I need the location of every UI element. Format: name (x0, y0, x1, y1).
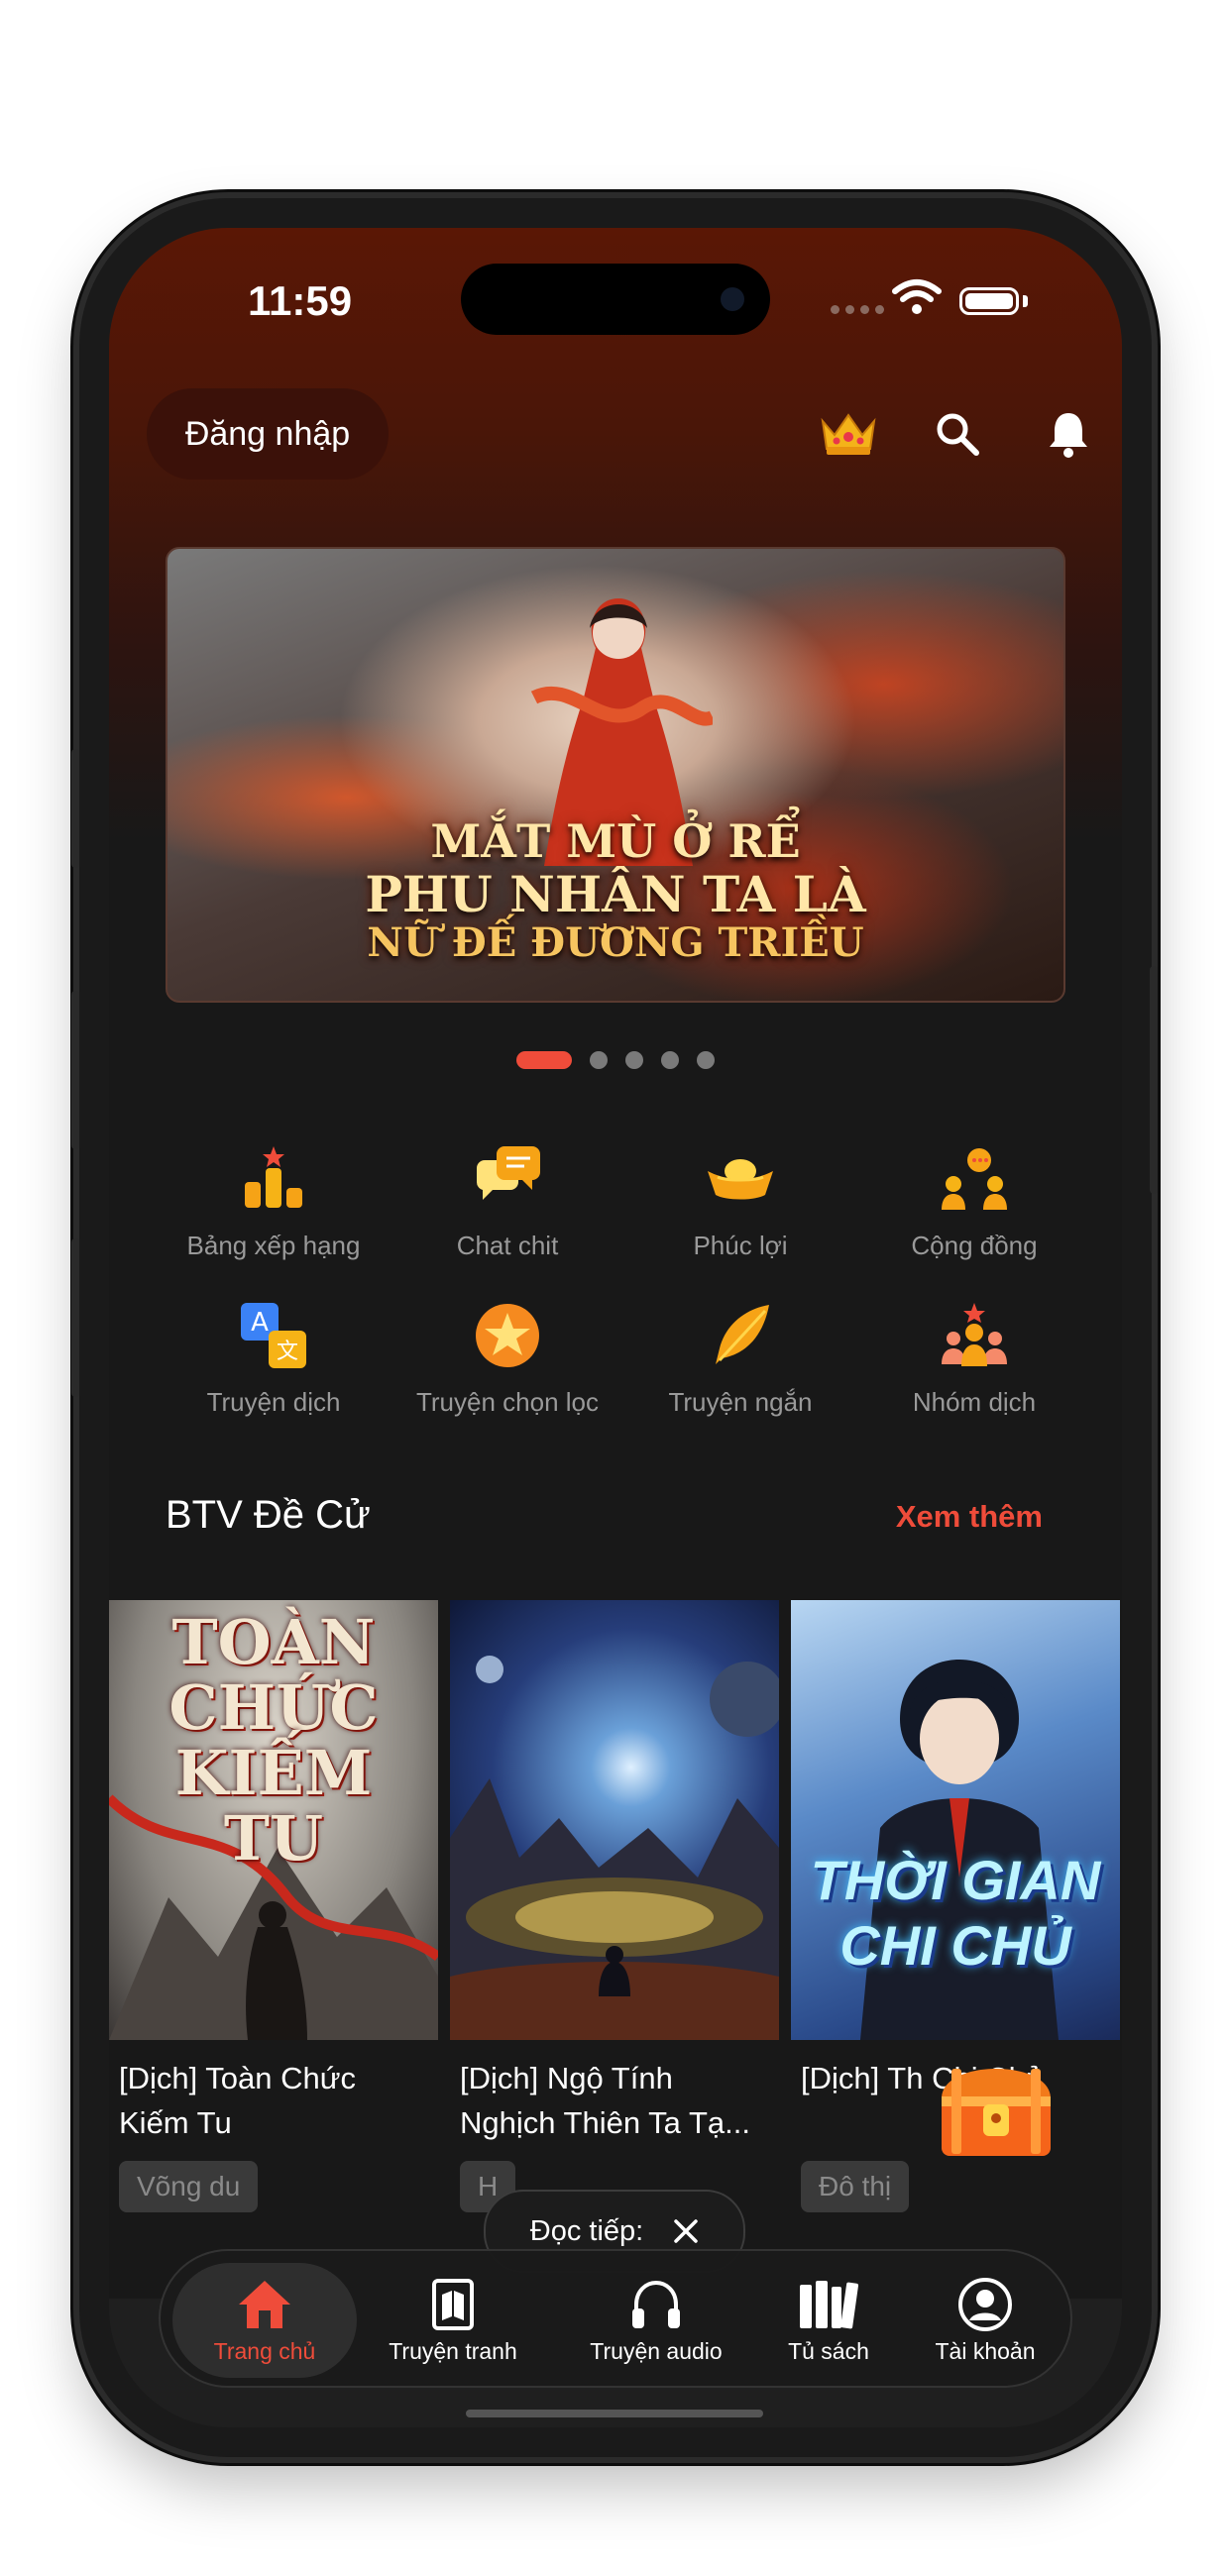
book-title: [Dịch] Toàn Chức Kiếm Tu (119, 2061, 357, 2140)
cover-text-line: TOÀN (171, 1606, 376, 1678)
genre-tag[interactable]: Đô thị (801, 2161, 910, 2212)
pagination-dot[interactable] (661, 1051, 679, 1069)
continue-reading-label: Đọc tiếp: (529, 2214, 644, 2247)
community-icon (935, 1139, 1014, 1219)
pagination-dot[interactable] (697, 1051, 715, 1069)
battery-icon (959, 287, 1019, 315)
pagination-dot[interactable] (625, 1051, 643, 1069)
chat-icon (468, 1139, 547, 1219)
battery-tip (1023, 295, 1028, 307)
account-icon (958, 2277, 1012, 2331)
nav-label: Truyện tranh (389, 2337, 517, 2364)
search-icon[interactable] (926, 402, 989, 466)
category-short-stories[interactable]: Truyện ngắn (621, 1296, 859, 1418)
category-label: Truyện ngắn (668, 1387, 813, 1417)
section-title: BTV Đề Cử (166, 1493, 371, 1537)
category-label: Phúc lợi (693, 1231, 788, 1260)
book-card[interactable]: [Dịch] Ngộ Tính Nghịch Thiên Ta Tạ... H (450, 1600, 779, 2212)
phone-silent-switch (71, 749, 79, 868)
category-translation-groups[interactable]: Nhóm dịch (855, 1296, 1093, 1418)
status-time: 11:59 (248, 277, 353, 324)
phone-volume-up (71, 991, 79, 1149)
category-label: Bảng xếp hạng (186, 1231, 361, 1260)
banner-title-line-3: NỮ ĐẾ ĐƯƠNG TRIỀU (367, 918, 864, 966)
ranking-icon (234, 1139, 313, 1219)
category-label: Truyện chọn lọc (415, 1387, 600, 1417)
nav-audio[interactable]: Truyện audio (557, 2263, 755, 2378)
pagination-dot-active[interactable] (516, 1051, 572, 1069)
comic-book-icon (432, 2278, 474, 2330)
category-ranking[interactable]: Bảng xếp hạng (155, 1139, 392, 1261)
star-icon (468, 1296, 547, 1375)
nav-account[interactable]: Tài khoản (906, 2263, 1064, 2378)
category-label: Chat chit (456, 1231, 559, 1260)
svg-text:A: A (251, 1308, 269, 1338)
category-chat[interactable]: Chat chit (389, 1139, 626, 1261)
home-icon (239, 2280, 290, 2328)
nav-label: Tài khoản (935, 2337, 1036, 2364)
headphones-icon (632, 2280, 680, 2328)
featured-banner[interactable]: MẮT MÙ Ở RỂ PHU NHÂN TA LÀ NỮ ĐẾ ĐƯƠNG T… (166, 547, 1065, 1003)
pagination-dot[interactable] (590, 1051, 608, 1069)
wifi-icon (892, 279, 942, 314)
category-translated[interactable]: A 文 Truyện dịch (155, 1296, 392, 1418)
translate-icon: A 文 (234, 1296, 313, 1375)
phone-power-button (1150, 966, 1158, 1194)
nav-bookshelf[interactable]: Tủ sách (759, 2263, 898, 2378)
cover-title-text: THỜI GIAN CHI CHỦ (791, 1848, 1120, 1979)
category-benefits[interactable]: Phúc lợi (621, 1139, 859, 1261)
nav-label: Tủ sách (788, 2337, 869, 2364)
banner-title: MẮT MÙ Ở RỂ PHU NHÂN TA LÀ NỮ ĐẾ ĐƯƠNG T… (168, 816, 1063, 965)
nav-label: Trang chủ (213, 2337, 316, 2364)
group-icon (935, 1296, 1014, 1375)
category-curated[interactable]: Truyện chọn lọc (389, 1296, 626, 1418)
cover-text-line: TU (223, 1802, 324, 1875)
bottom-navigation: Trang chủ Truyện tranh Truyện audio Tủ s… (159, 2249, 1072, 2388)
crown-icon[interactable] (817, 402, 880, 466)
book-card[interactable]: TOÀN CHỨC KIẾM TU [Dịch] Toàn Chức Kiếm … (109, 1600, 438, 2212)
category-label: Cộng đồng (911, 1231, 1038, 1260)
genre-tag[interactable]: Võng du (119, 2161, 259, 2212)
nav-comics[interactable]: Truyện tranh (359, 2263, 547, 2378)
see-more-link[interactable]: Xem thêm (896, 1499, 1043, 1535)
cover-text-line: THỜI GIAN (810, 1849, 1101, 1911)
home-indicator[interactable] (466, 2410, 763, 2417)
book-cover: TOÀN CHỨC KIẾM TU (109, 1600, 438, 2040)
feather-icon (701, 1296, 780, 1375)
signal-dots-icon (831, 305, 884, 314)
category-label: Nhóm dịch (912, 1387, 1037, 1417)
cover-title-text: TOÀN CHỨC KIẾM TU (109, 1610, 438, 1872)
cover-text-line: KIẾM (174, 1737, 373, 1809)
gold-ingot-icon (701, 1139, 780, 1219)
close-icon[interactable] (673, 2218, 699, 2244)
treasure-chest-icon[interactable] (932, 2039, 1061, 2168)
cover-text-line: CHỨC (168, 1671, 379, 1744)
bell-icon[interactable] (1037, 402, 1100, 466)
login-button[interactable]: Đăng nhập (147, 388, 389, 480)
dynamic-island (461, 264, 770, 335)
banner-title-line-2: PHU NHÂN TA LÀ (365, 864, 866, 923)
banner-pagination (109, 1051, 1122, 1069)
category-community[interactable]: Cộng đồng (855, 1139, 1093, 1261)
book-title: [Dịch] Ngộ Tính Nghịch Thiên Ta Tạ... (460, 2061, 750, 2140)
banner-title-line-1: MẮT MÙ Ở RỂ (430, 814, 801, 868)
app-screen: 11:59 Đăng nhập MẮT MÙ Ở RỂ PHU NHÂN TA … (109, 228, 1122, 2427)
svg-text:文: 文 (277, 1340, 298, 1364)
cover-text-line: CHI CHỦ (839, 1914, 1071, 1977)
book-cover (450, 1600, 779, 2040)
category-label: Truyện dịch (206, 1387, 341, 1417)
camera-icon (721, 287, 744, 311)
book-cover: THỜI GIAN CHI CHỦ (791, 1600, 1120, 2040)
bookshelf-icon (800, 2280, 859, 2328)
nav-home[interactable]: Trang chủ (172, 2263, 357, 2378)
phone-volume-down (71, 1238, 79, 1397)
nav-label: Truyện audio (590, 2337, 723, 2364)
